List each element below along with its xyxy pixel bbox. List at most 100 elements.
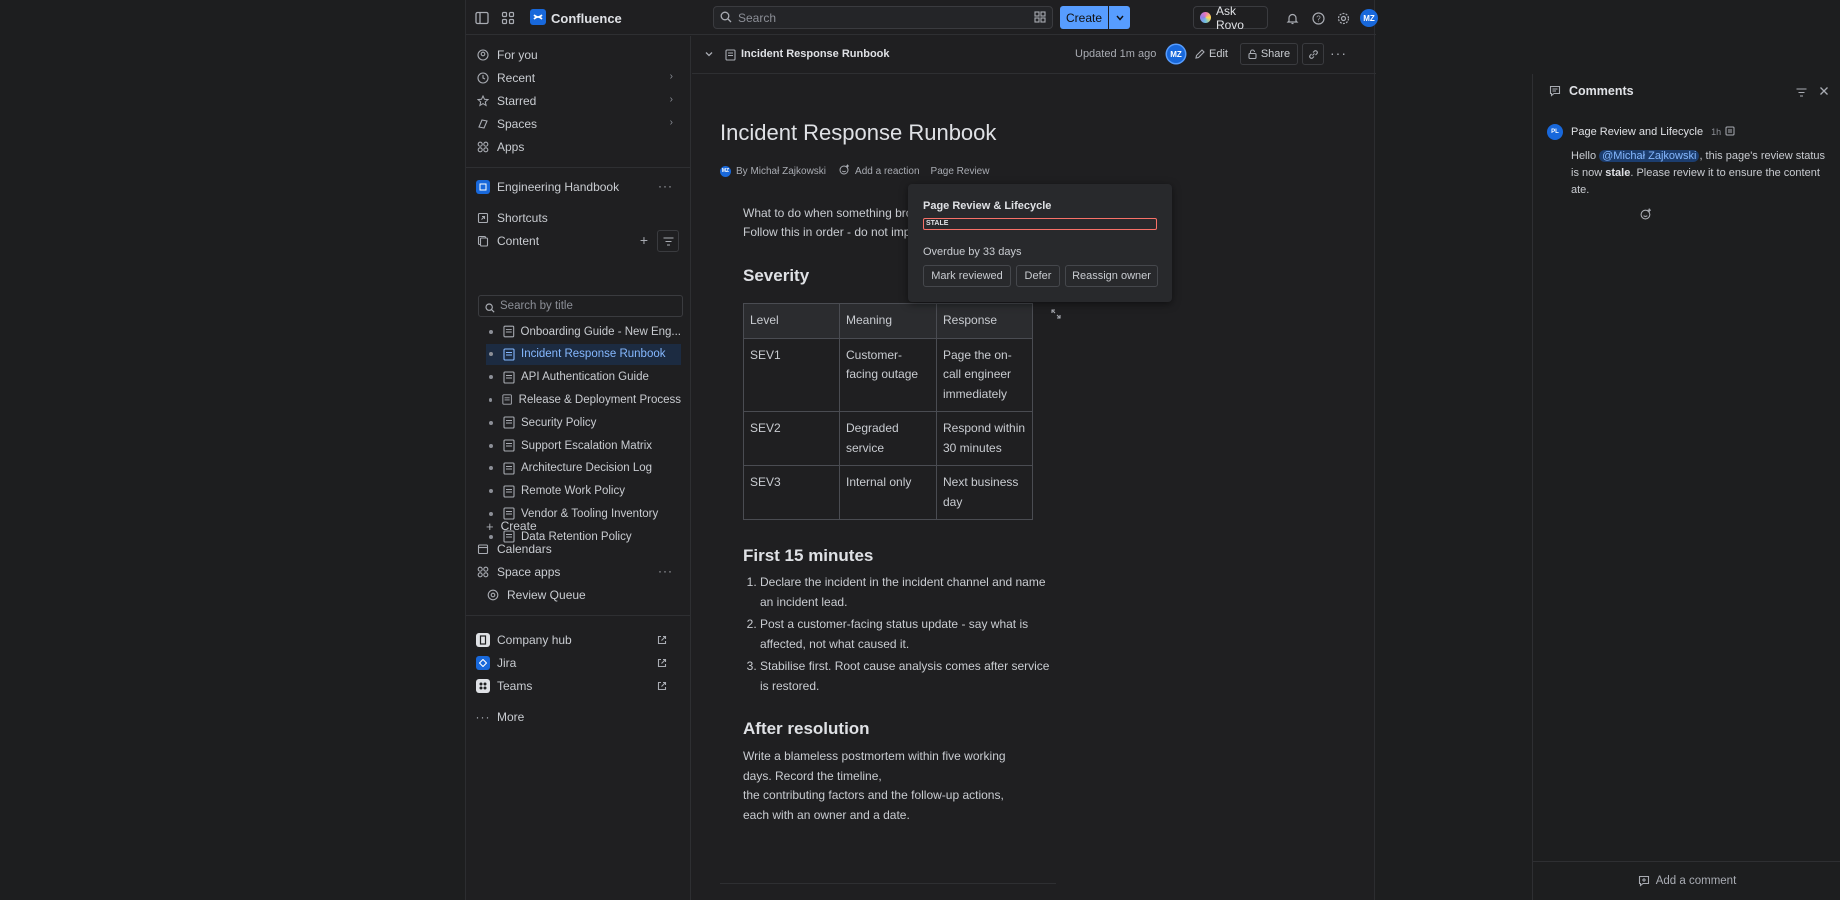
spaces-icon [476, 117, 490, 131]
defer-button[interactable]: Defer [1016, 265, 1060, 287]
add-comment-button[interactable]: Add a comment [1533, 861, 1840, 900]
app-switcher-icon[interactable] [499, 9, 517, 27]
table-cell: Degraded service [839, 411, 937, 466]
sidebar-item-shortcuts[interactable]: Shortcuts [476, 207, 681, 229]
pencil-icon [1195, 49, 1205, 59]
author-avatar-small[interactable]: MZ [720, 165, 731, 177]
brand-name[interactable]: Confluence [551, 11, 622, 26]
sidebar-link-teams[interactable]: Teams [476, 675, 681, 697]
ask-rovo-button[interactable]: Ask Rovo [1193, 4, 1268, 32]
page-tree-label: Onboarding Guide - New Eng... [520, 325, 681, 338]
filter-icon[interactable] [657, 230, 679, 252]
bullet-icon [489, 466, 493, 471]
divider [720, 883, 1056, 884]
page-tree-label: Release & Deployment Process [518, 393, 681, 406]
add-reaction-icon[interactable] [839, 164, 850, 178]
sidebar-item-for-you[interactable]: For you [476, 44, 681, 66]
svg-text:?: ? [1316, 14, 1321, 23]
search-input[interactable]: Search [713, 6, 1053, 29]
calendar-icon [476, 542, 490, 556]
notifications-bell-icon[interactable] [1283, 9, 1301, 27]
updated-timestamp: Updated 1m ago [1075, 48, 1157, 60]
external-link-icon[interactable] [657, 657, 667, 671]
search-filter-icon[interactable] [1034, 11, 1046, 26]
page-tree-item[interactable]: API Authentication Guide [486, 367, 681, 388]
sidebar-item-label: Shortcuts [497, 211, 548, 225]
byline-author[interactable]: By Michał Zajkowski [736, 166, 826, 177]
table-cell: Respond within 30 minutes [936, 411, 1033, 466]
author-avatar[interactable]: MZ [1167, 45, 1185, 63]
filter-icon[interactable] [1796, 85, 1807, 100]
sidebar-toggle-icon[interactable] [473, 9, 491, 27]
close-icon[interactable] [1819, 84, 1829, 99]
add-reaction-link[interactable]: Add a reaction [855, 166, 920, 177]
page-tree-item[interactable]: Release & Deployment Process [486, 389, 681, 410]
create-dropdown-button[interactable] [1109, 6, 1130, 29]
add-reaction-icon[interactable] [1640, 208, 1652, 223]
page-title: Incident Response Runbook [720, 120, 997, 145]
confluence-logo-icon[interactable] [530, 9, 546, 25]
sidebar-item-space-apps[interactable]: Space apps ··· [476, 561, 681, 583]
share-button[interactable]: Share [1240, 43, 1298, 65]
page-tree-label: Remote Work Policy [521, 485, 625, 498]
expand-table-icon[interactable] [1051, 307, 1061, 322]
page-tree-item[interactable]: Onboarding Guide - New Eng... [486, 321, 681, 342]
popup-title: Page Review & Lifecycle [923, 200, 1052, 212]
clock-icon [476, 71, 490, 85]
page-icon [503, 485, 515, 498]
create-page-button[interactable]: + Create [486, 515, 691, 537]
search-by-title-input[interactable]: Search by title [478, 295, 683, 317]
sidebar-item-review-queue[interactable]: Review Queue [486, 584, 691, 606]
chevron-right-icon[interactable]: › [670, 94, 673, 105]
page-tree-label: Architecture Decision Log [521, 462, 653, 475]
external-link-icon[interactable] [657, 634, 667, 648]
more-actions-icon[interactable]: ··· [1330, 45, 1347, 61]
sidebar-item-calendars[interactable]: Calendars [476, 538, 681, 560]
page-tree-item[interactable]: Remote Work Policy [486, 481, 681, 502]
comment-mention[interactable]: @Michał Zajkowski [1599, 150, 1700, 162]
comment-body: Hello @Michał Zajkowski, this page's rev… [1571, 148, 1833, 199]
page-tree-item[interactable]: Support Escalation Matrix [486, 435, 681, 456]
table-cell: Customer-facing outage [839, 337, 937, 412]
bullet-icon [489, 443, 493, 448]
star-icon [476, 94, 490, 108]
status-badge: STALE [923, 218, 1157, 230]
copy-link-icon[interactable] [1302, 43, 1324, 65]
profile-avatar[interactable]: MZ [1360, 9, 1378, 27]
sidebar-item-content[interactable]: Content + [476, 230, 681, 252]
sidebar-item-label: Content [497, 234, 540, 248]
sidebar-link-jira[interactable]: Jira [476, 652, 681, 674]
search-placeholder: Search [738, 11, 777, 25]
apps-icon [476, 140, 490, 154]
sidebar-item-apps[interactable]: Apps [476, 136, 681, 158]
jira-icon [476, 656, 490, 670]
sidebar-item-spaces[interactable]: Spaces › [476, 113, 681, 135]
more-actions-icon[interactable]: ··· [658, 564, 673, 578]
sidebar-item-more[interactable]: ··· More [476, 706, 681, 728]
edit-button[interactable]: Edit [1190, 43, 1233, 65]
sidebar-item-label: For you [497, 48, 538, 62]
page-tree-item[interactable]: Incident Response Runbook [486, 343, 681, 365]
chevron-right-icon[interactable]: › [670, 117, 673, 128]
settings-gear-icon[interactable] [1334, 9, 1352, 27]
external-link-icon[interactable] [657, 680, 667, 694]
sidebar-item-starred[interactable]: Starred › [476, 90, 681, 112]
page-tree-item[interactable]: Security Policy [486, 412, 681, 433]
sidebar-link-company-hub[interactable]: Company hub [476, 629, 681, 651]
comment-author-avatar[interactable]: PL [1547, 124, 1563, 140]
page-review-link[interactable]: Page Review [931, 166, 990, 177]
chevron-right-icon[interactable]: › [670, 71, 673, 82]
profile-avatar-initials: MZ [1360, 9, 1378, 27]
help-icon[interactable]: ? [1309, 9, 1327, 27]
space-header-engineering-handbook[interactable]: Engineering Handbook ··· [476, 176, 681, 198]
mark-reviewed-button[interactable]: Mark reviewed [923, 265, 1011, 287]
more-icon: ··· [475, 710, 491, 724]
more-actions-icon[interactable]: ··· [658, 179, 673, 193]
reassign-owner-button[interactable]: Reassign owner [1065, 265, 1158, 287]
table-header-cell: Meaning [839, 303, 937, 339]
page-tree-item[interactable]: Architecture Decision Log [486, 458, 681, 479]
sidebar-item-recent[interactable]: Recent › [476, 67, 681, 89]
create-button[interactable]: Create [1060, 6, 1108, 29]
add-content-icon[interactable]: + [640, 232, 648, 248]
comment-author[interactable]: Page Review and Lifecycle [1571, 126, 1703, 138]
